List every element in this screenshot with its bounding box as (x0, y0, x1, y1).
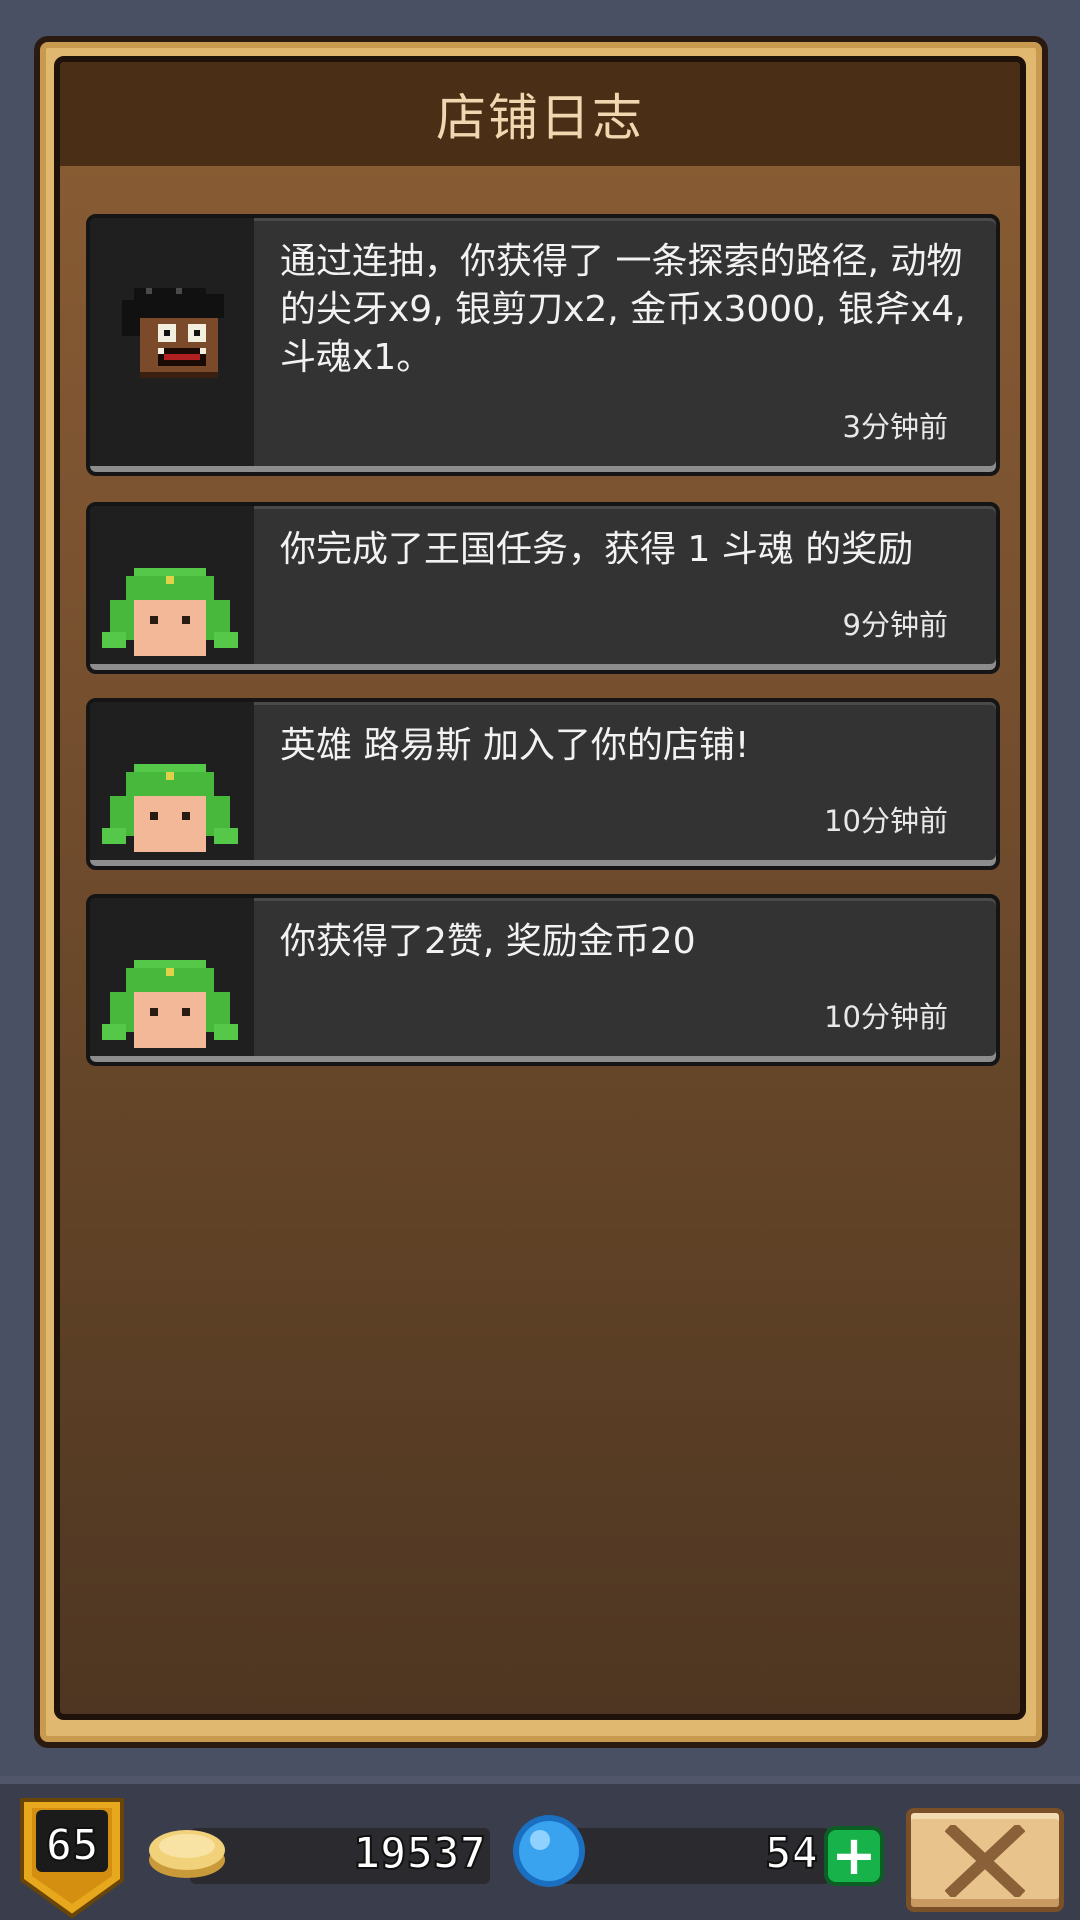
shop-log-panel: 店铺日志 通过连抽，你获得了 一条探索的路径, 动物的尖牙x9, 银剪刀x2, … (54, 56, 1026, 1720)
log-entry: 你完成了王国任务，获得 1 斗魂 的奖励 9分钟前 (86, 502, 1000, 674)
log-timestamp: 10分钟前 (824, 1000, 948, 1034)
add-gems-button[interactable]: + (824, 1826, 884, 1886)
close-x-icon (945, 1825, 1025, 1897)
log-entry: 通过连抽，你获得了 一条探索的路径, 动物的尖牙x9, 银剪刀x2, 金币x30… (86, 214, 1000, 476)
blue-gem-icon (513, 1815, 585, 1887)
panel-title: 店铺日志 (436, 89, 644, 147)
log-entry: 你获得了2赞, 奖励金币20 10分钟前 (86, 894, 1000, 1066)
log-timestamp: 9分钟前 (842, 608, 948, 642)
green-hat-hero-icon (102, 568, 238, 656)
gold-coin-icon (149, 1830, 225, 1878)
status-bar: 65 19537 54 + (0, 1776, 1080, 1920)
panel-header: 店铺日志 (60, 62, 1020, 166)
log-message: 英雄 路易斯 加入了你的店铺! (280, 725, 750, 766)
green-hat-hero-icon (102, 960, 238, 1048)
log-entry: 英雄 路易斯 加入了你的店铺! 10分钟前 (86, 698, 1000, 870)
log-message: 你获得了2赞, 奖励金币20 (280, 921, 696, 962)
log-message: 通过连抽，你获得了 一条探索的路径, 动物的尖牙x9, 银剪刀x2, 金币x30… (280, 241, 966, 378)
level-badge[interactable]: 65 (18, 1796, 126, 1920)
log-message: 你完成了王国任务，获得 1 斗魂 的奖励 (280, 529, 914, 570)
gem-amount: 54 (764, 1827, 819, 1880)
avatar-cell (90, 898, 254, 1056)
close-button[interactable] (906, 1808, 1064, 1912)
log-timestamp: 10分钟前 (824, 804, 948, 838)
log-timestamp: 3分钟前 (842, 410, 948, 444)
avatar-cell (90, 702, 254, 860)
avatar-cell (90, 218, 254, 466)
green-hat-hero-icon (102, 764, 238, 852)
monster-avatar-icon (122, 288, 224, 378)
avatar-cell (90, 506, 254, 664)
player-level: 65 (45, 1819, 100, 1872)
gold-amount: 19537 (353, 1827, 487, 1880)
